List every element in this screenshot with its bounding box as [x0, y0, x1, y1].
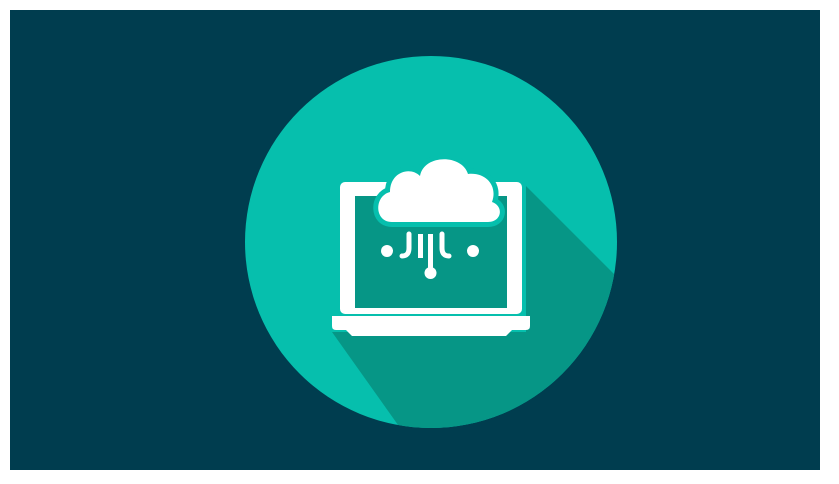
laptop-base	[332, 316, 530, 336]
cloud-laptop-illustration	[245, 56, 617, 428]
banner-background	[10, 10, 820, 470]
